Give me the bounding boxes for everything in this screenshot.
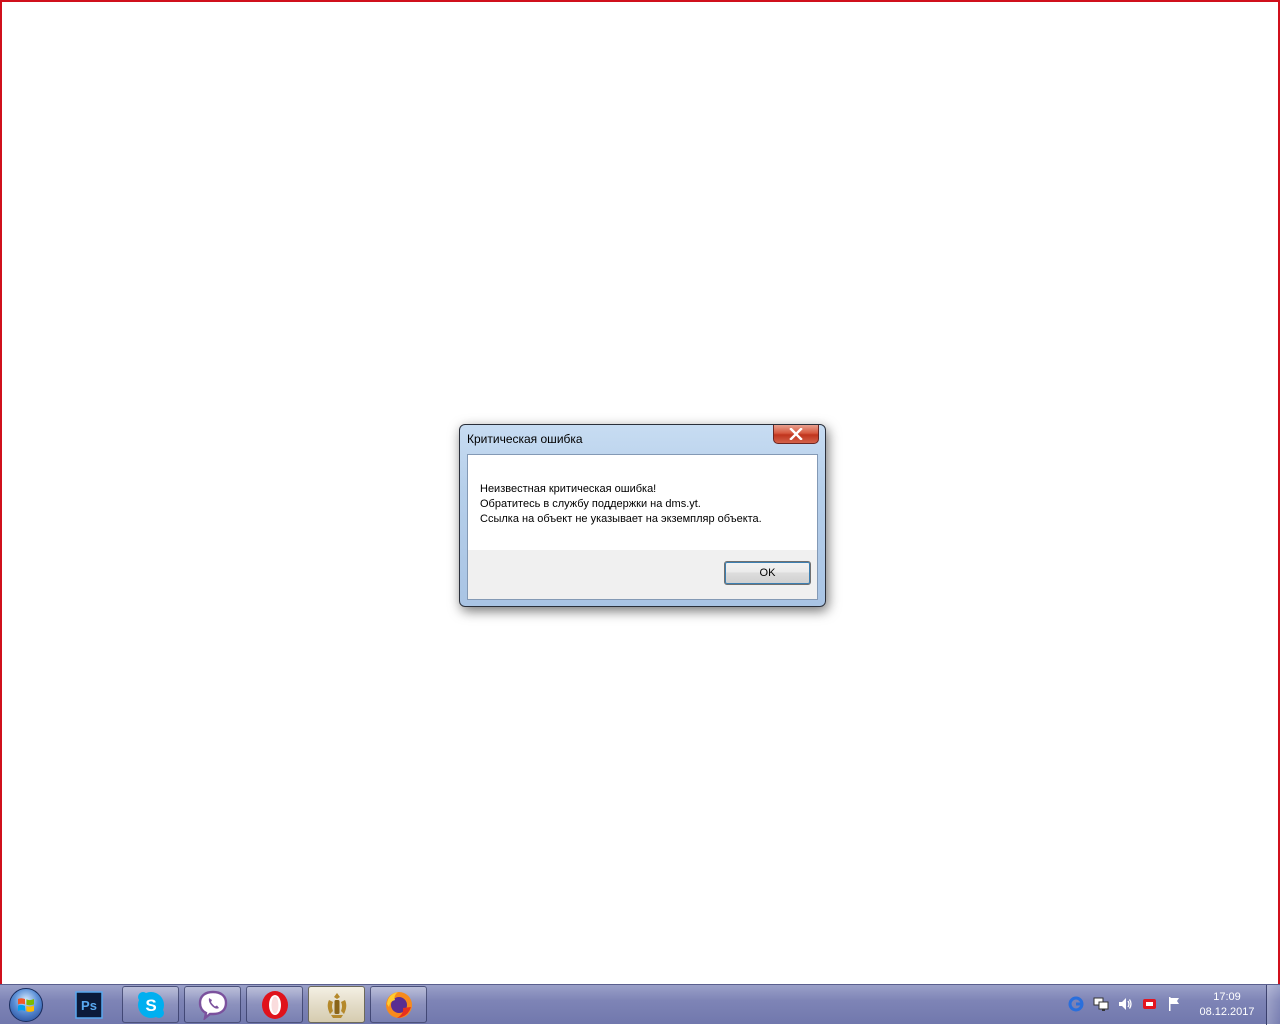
error-message-line: Обратитесь в службу поддержки на dms.yt. [480, 498, 701, 510]
viber-icon [198, 990, 227, 1020]
svg-text:S: S [145, 996, 156, 1015]
opera-icon [261, 990, 288, 1019]
clock-date: 08.12.2017 [1199, 1006, 1255, 1018]
taskbar-skype-button[interactable]: S [122, 986, 179, 1023]
dialog-footer: OK [468, 550, 817, 599]
dialog-title: Критическая ошибка [467, 432, 583, 446]
clock-time: 17:09 [1213, 991, 1241, 1003]
dialog-titlebar[interactable]: Критическая ошибка [460, 425, 825, 453]
ok-button[interactable]: OK [724, 561, 811, 585]
taskbar-photoshop-button[interactable]: Ps [60, 986, 117, 1023]
start-button[interactable] [4, 986, 48, 1024]
system-tray [1066, 985, 1190, 1023]
taskbar-clock[interactable]: 17:09 08.12.2017 [1192, 990, 1262, 1020]
show-desktop-button[interactable] [1266, 985, 1280, 1025]
emblem-app-icon [327, 992, 346, 1018]
error-message-line: Ссылка на объект не указывает на экземпл… [480, 513, 762, 525]
firefox-icon [385, 991, 412, 1018]
close-icon [789, 428, 803, 440]
taskbar: Ps S 17:09 08.12.2017 [0, 984, 1280, 1025]
photoshop-icon: Ps [74, 990, 103, 1019]
windows-start-icon [9, 988, 43, 1022]
error-message: Неизвестная критическая ошибка! Обратите… [480, 482, 762, 527]
dialog-body: Неизвестная критическая ошибка! Обратите… [467, 454, 818, 600]
taskbar-firefox-button[interactable] [370, 986, 427, 1023]
antivirus-icon[interactable] [1142, 996, 1158, 1012]
taskbar-viber-button[interactable] [184, 986, 241, 1023]
google-update-icon[interactable] [1068, 996, 1084, 1012]
error-dialog: Критическая ошибка Неизвестная критическ… [459, 424, 826, 607]
network-icon[interactable] [1093, 996, 1109, 1012]
taskbar-opera-button[interactable] [246, 986, 303, 1023]
action-center-flag-icon[interactable] [1166, 996, 1182, 1012]
error-message-line: Неизвестная критическая ошибка! [480, 483, 657, 495]
close-button[interactable] [773, 425, 819, 444]
volume-icon[interactable] [1117, 996, 1133, 1012]
skype-icon: S [137, 991, 164, 1018]
taskbar-emblem-app-button[interactable] [308, 986, 365, 1023]
svg-text:Ps: Ps [81, 998, 97, 1013]
